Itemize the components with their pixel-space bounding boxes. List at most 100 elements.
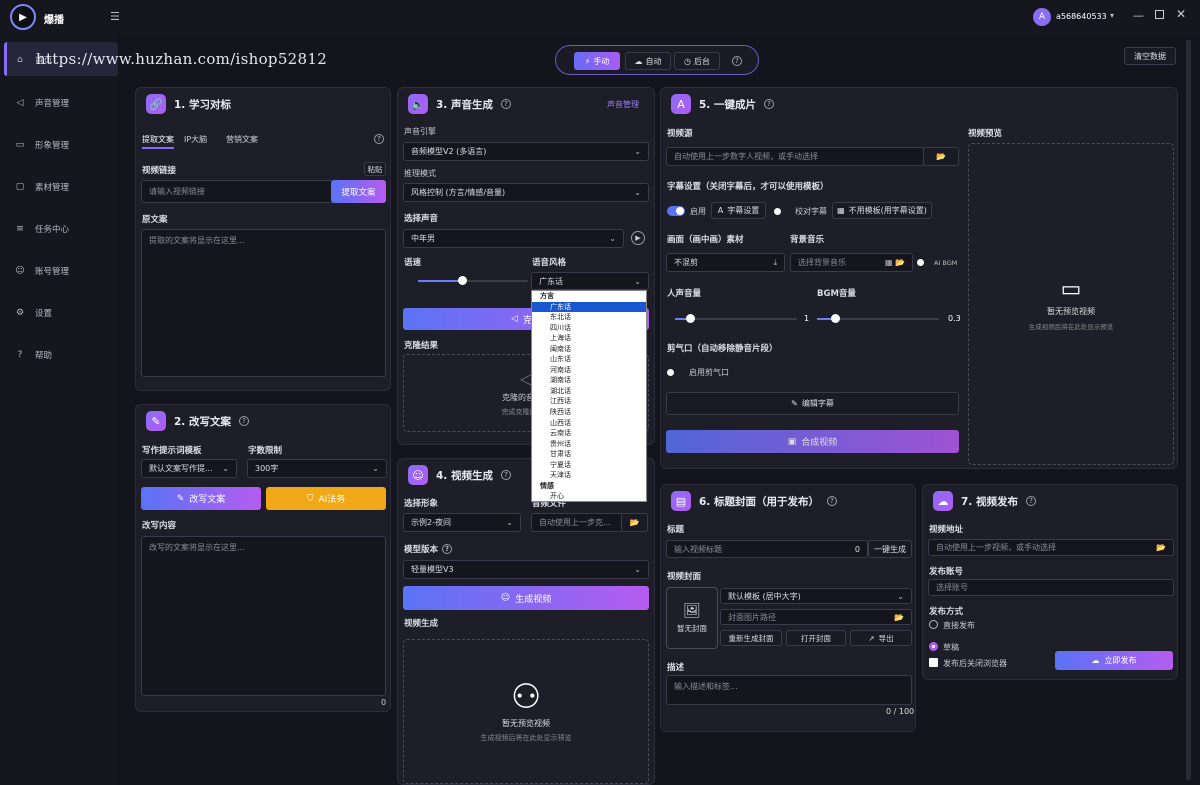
- video-source-input[interactable]: 自动使用上一步数字人视频，或手动选择: [666, 147, 924, 166]
- compose-video-button[interactable]: ▣ 合成视频: [666, 430, 959, 453]
- speed-slider[interactable]: [418, 276, 528, 285]
- rewrite-button[interactable]: ✎ 改写文案: [141, 487, 261, 510]
- direct-publish-label[interactable]: 直接发布: [943, 620, 975, 631]
- dropdown-option[interactable]: 四川话: [532, 323, 646, 334]
- dropdown-option[interactable]: 闽南话: [532, 344, 646, 355]
- dropdown-option[interactable]: 云南话: [532, 428, 646, 439]
- dropdown-option[interactable]: 宁夏话: [532, 460, 646, 471]
- scrollbar[interactable]: [1186, 40, 1191, 780]
- dropdown-option[interactable]: 山西话: [532, 418, 646, 429]
- publish-now-button[interactable]: ☁ 立即发布: [1055, 651, 1173, 670]
- dropdown-option[interactable]: 上海话: [532, 333, 646, 344]
- folder-icon[interactable]: 📂: [923, 147, 959, 166]
- pip-select[interactable]: 不混剪 ⤓: [666, 253, 785, 272]
- dropdown-option[interactable]: 陕西话: [532, 407, 646, 418]
- menu-toggle-icon[interactable]: ☰: [110, 10, 120, 23]
- title-input[interactable]: 输入视频标题 0: [666, 540, 868, 558]
- direct-publish-radio[interactable]: [929, 620, 938, 629]
- auto-generate-button[interactable]: 一键生成: [868, 540, 912, 558]
- dropdown-option[interactable]: 湖南话: [532, 375, 646, 386]
- inference-mode-select[interactable]: 风格控制 (方言/情感/音量) ⌄: [403, 183, 649, 202]
- dropdown-option[interactable]: 湖北话: [532, 386, 646, 397]
- sidebar-item-settings[interactable]: ⚙ 设置: [15, 307, 52, 319]
- open-cover-button[interactable]: 打开封面: [786, 630, 846, 646]
- dropdown-option[interactable]: 开心: [532, 491, 646, 502]
- help-icon[interactable]: ?: [1025, 496, 1036, 506]
- paste-button[interactable]: 粘贴: [364, 162, 386, 176]
- close-icon[interactable]: ✕: [1176, 7, 1186, 21]
- voice-select[interactable]: 中年男 ⌄: [403, 229, 624, 248]
- bgm-volume-slider[interactable]: [817, 314, 939, 323]
- dropdown-option[interactable]: 山东话: [532, 354, 646, 365]
- minimize-icon[interactable]: —: [1133, 9, 1144, 22]
- cut-enable-label[interactable]: 启用剪气口: [689, 367, 729, 378]
- mode-background-button[interactable]: ◷ 后台: [674, 52, 720, 70]
- generate-video-button[interactable]: ☺ 生成视频: [403, 586, 649, 610]
- help-icon[interactable]: ?: [763, 99, 774, 109]
- sidebar-item-help[interactable]: ? 帮助: [15, 349, 52, 361]
- help-icon[interactable]: ?: [442, 544, 453, 554]
- subtitle-settings-button[interactable]: A 字幕设置: [711, 202, 766, 219]
- bgm-input[interactable]: 选择背景音乐 ▦ 📂: [790, 253, 913, 272]
- help-icon[interactable]: ?: [826, 496, 837, 506]
- dropdown-option[interactable]: 江西话: [532, 396, 646, 407]
- original-copy-textarea[interactable]: 提取的文案将显示在这里...: [141, 229, 386, 377]
- extract-copy-button[interactable]: 提取文案: [331, 180, 386, 203]
- close-browser-checkbox[interactable]: [929, 658, 938, 667]
- voice-style-dropdown[interactable]: 方言 广东话 东北话 四川话 上海话 闽南话 山东话 河南话 湖南话 湖北话 江…: [531, 290, 647, 502]
- help-icon[interactable]: ?: [374, 134, 384, 144]
- folder-icon[interactable]: 📂: [1156, 543, 1166, 552]
- template-select[interactable]: 默认文案写作提... ⌄: [141, 459, 237, 478]
- model-version-select[interactable]: 轻量模型V3 ⌄: [403, 560, 649, 579]
- tab-marketing[interactable]: 营销文案: [226, 134, 258, 145]
- draft-label[interactable]: 草稿: [943, 642, 959, 653]
- rewrite-content-textarea[interactable]: 改写的文案将显示在这里...: [141, 536, 386, 696]
- dropdown-option[interactable]: 甘肃话: [532, 449, 646, 460]
- dropdown-option[interactable]: 东北话: [532, 312, 646, 323]
- close-browser-label[interactable]: 发布后关闭浏览器: [943, 658, 1007, 669]
- help-icon[interactable]: ?: [500, 99, 511, 109]
- help-icon[interactable]: ?: [238, 416, 249, 426]
- video-address-input[interactable]: 自动使用上一步视频，或手动选择 📂: [928, 539, 1174, 556]
- grid-icon[interactable]: ▦ 📂: [885, 258, 905, 267]
- audio-file-input[interactable]: 自动使用上一步克...: [531, 513, 623, 532]
- engine-select[interactable]: 音频模型V2 (多语言) ⌄: [403, 142, 649, 161]
- account-chevron-icon[interactable]: ▾: [1110, 11, 1114, 20]
- avatar[interactable]: A: [1033, 8, 1051, 26]
- dropdown-option[interactable]: 天津话: [532, 470, 646, 481]
- mode-auto-button[interactable]: ☁ 自动: [625, 52, 671, 70]
- description-textarea[interactable]: 输入描述和标签...: [666, 675, 912, 705]
- cover-preview[interactable]: 🖼 暂无封面: [666, 587, 718, 649]
- voice-manage-link[interactable]: 声音管理: [607, 99, 639, 110]
- mode-manual-button[interactable]: ⚡ 手动: [574, 52, 620, 70]
- cover-path-input[interactable]: 封面图片路径 📂: [720, 609, 912, 625]
- tab-extract[interactable]: 提取文案: [142, 134, 174, 149]
- sidebar-item-figure[interactable]: ▭ 形象管理: [15, 139, 69, 151]
- cut-silence-radio[interactable]: [667, 369, 674, 376]
- folder-icon[interactable]: 📂: [621, 513, 648, 532]
- sidebar-item-material[interactable]: ▢ 素材管理: [15, 181, 69, 193]
- cover-template-select[interactable]: 默认模板 (居中大字) ⌄: [720, 588, 912, 604]
- folder-icon[interactable]: 📂: [894, 613, 904, 622]
- edit-subtitle-button[interactable]: ✎ 编辑字幕: [666, 392, 959, 415]
- video-link-input[interactable]: 请输入视频链接: [141, 180, 333, 203]
- figure-select[interactable]: 示例2-夜间 ⌄: [403, 513, 521, 532]
- proofread-radio[interactable]: [774, 208, 781, 215]
- export-button[interactable]: ↗ 导出: [850, 630, 912, 646]
- dropdown-option[interactable]: 贵州话: [532, 439, 646, 450]
- play-icon[interactable]: ▶: [631, 231, 645, 245]
- ai-bgm-radio[interactable]: [917, 259, 924, 266]
- word-limit-select[interactable]: 300字 ⌄: [247, 459, 387, 478]
- tab-ip-brain[interactable]: IP大脑: [184, 134, 207, 145]
- proofread-label[interactable]: 校对字幕: [795, 206, 827, 217]
- sidebar-item-account[interactable]: ☺ 账号管理: [15, 265, 69, 277]
- maximize-icon[interactable]: [1155, 10, 1164, 19]
- mode-help-icon[interactable]: ?: [732, 56, 742, 66]
- voice-volume-slider[interactable]: [675, 314, 797, 323]
- account-name[interactable]: a568640533: [1056, 12, 1107, 21]
- sidebar-item-tasks[interactable]: ≡ 任务中心: [15, 223, 69, 235]
- sidebar-item-sound[interactable]: ◁ 声音管理: [15, 97, 69, 109]
- dropdown-option[interactable]: 河南话: [532, 365, 646, 376]
- dropdown-option[interactable]: 广东话: [532, 301, 646, 313]
- ai-bgm-label[interactable]: AI BGM: [934, 259, 957, 267]
